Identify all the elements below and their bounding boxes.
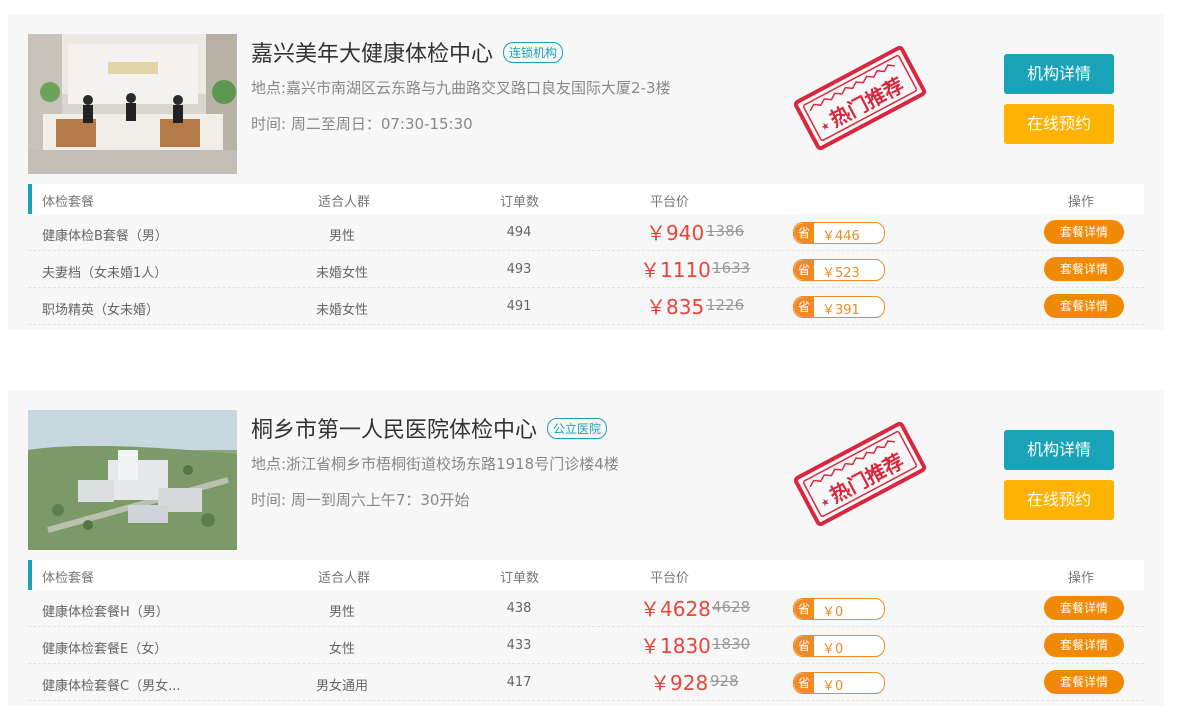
package-price: ￥835 <box>646 295 705 319</box>
package-detail-button[interactable]: 套餐详情 <box>1044 670 1124 694</box>
institution-name-text[interactable]: 嘉兴美年大健康体检中心 <box>251 42 493 67</box>
package-original-price: 4628 <box>712 598 751 616</box>
package-orders: 438 <box>506 601 532 616</box>
institution-detail-button[interactable]: 机构详情 <box>1004 430 1114 470</box>
package-name[interactable]: 健康体检套餐H（男） <box>42 601 169 620</box>
package-table: 体检套餐 适合人群 订单数 平台价 操作 健康体检B套餐（男） 男性 494 ￥… <box>28 184 1144 325</box>
institution-card: 桐乡市第一人民医院体检中心 公立医院 地点:浙江省桐乡市梧桐街道校场东路1918号… <box>8 390 1164 706</box>
package-original-price: 1633 <box>712 259 751 277</box>
institution-detail-button[interactable]: 机构详情 <box>1004 54 1114 94</box>
package-name[interactable]: 健康体检套餐C（男女... <box>42 675 180 694</box>
package-price: ￥1110 <box>640 258 711 282</box>
savings-amount: ￥391 <box>822 303 860 318</box>
table-row: 健康体检套餐E（女） 女性 433 ￥1830 1830 省 ￥0 套餐详情 <box>28 627 1144 664</box>
institution-address: 地点:嘉兴市南湖区云东路与九曲路交叉路口良友国际大厦2-3楼 <box>251 79 671 97</box>
svg-text:★: ★ <box>819 496 832 510</box>
package-crowd: 女性 <box>328 642 355 657</box>
package-original-price: 1386 <box>706 222 745 240</box>
package-name[interactable]: 健康体检套餐E（女） <box>42 638 167 657</box>
online-booking-button[interactable]: 在线预约 <box>1004 104 1114 144</box>
package-original-price: 928 <box>710 672 739 690</box>
save-label: 省 <box>794 636 814 656</box>
table-row: 夫妻档（女未婚1人） 未婚女性 493 ￥1110 1633 省 ￥523 套餐详… <box>28 251 1144 288</box>
savings-badge: 省 ￥0 <box>793 598 885 620</box>
package-detail-button[interactable]: 套餐详情 <box>1044 220 1124 244</box>
table-row: 健康体检套餐C（男女... 男女通用 417 ￥928 928 省 ￥0 套餐详情 <box>28 664 1144 701</box>
table-header: 体检套餐 适合人群 订单数 平台价 操作 <box>28 184 1144 214</box>
package-table: 体检套餐 适合人群 订单数 平台价 操作 健康体检套餐H（男） 男性 438 ￥… <box>28 560 1144 701</box>
savings-badge: 省 ￥391 <box>793 296 885 318</box>
savings-badge: 省 ￥0 <box>793 672 885 694</box>
package-price: ￥928 <box>650 671 709 695</box>
package-detail-button[interactable]: 套餐详情 <box>1044 257 1124 281</box>
svg-text:★: ★ <box>819 120 832 134</box>
header-price: 平台价 <box>650 571 690 586</box>
save-label: 省 <box>794 673 814 693</box>
package-detail-button[interactable]: 套餐详情 <box>1044 633 1124 657</box>
save-label: 省 <box>794 297 814 317</box>
header-package: 体检套餐 <box>42 195 95 210</box>
package-crowd: 男女通用 <box>315 679 368 694</box>
hot-recommend-stamp: 热门推荐 ★ <box>780 42 940 154</box>
package-detail-button[interactable]: 套餐详情 <box>1044 294 1124 318</box>
package-original-price: 1226 <box>706 296 745 314</box>
package-price: ￥1830 <box>640 634 711 658</box>
package-crowd: 未婚女性 <box>315 266 368 281</box>
package-price: ￥940 <box>646 221 705 245</box>
package-name[interactable]: 夫妻档（女未婚1人） <box>42 262 167 281</box>
package-detail-button[interactable]: 套餐详情 <box>1044 596 1124 620</box>
header-action: 操作 <box>1068 571 1095 586</box>
package-crowd: 男性 <box>328 605 355 620</box>
table-row: 职场精英（女未婚） 未婚女性 491 ￥835 1226 省 ￥391 套餐详情 <box>28 288 1144 325</box>
package-crowd: 未婚女性 <box>315 303 368 318</box>
institution-name[interactable]: 嘉兴美年大健康体检中心 连锁机构 <box>251 36 564 68</box>
package-original-price: 1830 <box>712 635 751 653</box>
package-name[interactable]: 健康体检B套餐（男） <box>42 225 168 244</box>
header-orders: 订单数 <box>500 571 540 586</box>
savings-badge: 省 ￥0 <box>793 635 885 657</box>
package-orders: 491 <box>506 299 532 314</box>
savings-badge: 省 ￥523 <box>793 259 885 281</box>
savings-amount: ￥0 <box>822 605 844 620</box>
institution-card: 嘉兴美年大健康体检中心 连锁机构 地点:嘉兴市南湖区云东路与九曲路交叉路口良友国际… <box>8 14 1164 330</box>
header-orders: 订单数 <box>500 195 540 210</box>
institution-photo[interactable] <box>28 410 237 550</box>
table-row: 健康体检套餐H（男） 男性 438 ￥4628 4628 省 ￥0 套餐详情 <box>28 590 1144 627</box>
institution-type-badge: 公立医院 <box>547 418 608 439</box>
package-orders: 493 <box>506 262 532 277</box>
institution-photo[interactable] <box>28 34 237 174</box>
save-label: 省 <box>794 599 814 619</box>
header-price: 平台价 <box>650 195 690 210</box>
header-package: 体检套餐 <box>42 571 95 586</box>
package-price: ￥4628 <box>640 597 711 621</box>
institution-type-badge: 连锁机构 <box>503 42 564 63</box>
savings-amount: ￥0 <box>822 642 844 657</box>
institution-hours: 时间: 周一到周六上午7：30开始 <box>251 491 470 509</box>
savings-amount: ￥523 <box>822 266 860 281</box>
package-orders: 433 <box>506 638 532 653</box>
header-action: 操作 <box>1068 195 1095 210</box>
institution-address: 地点:浙江省桐乡市梧桐街道校场东路1918号门诊楼4楼 <box>251 455 619 473</box>
save-label: 省 <box>794 223 814 243</box>
savings-badge: 省 ￥446 <box>793 222 885 244</box>
savings-amount: ￥446 <box>822 229 860 244</box>
package-crowd: 男性 <box>328 229 355 244</box>
header-crowd: 适合人群 <box>318 571 371 586</box>
savings-amount: ￥0 <box>822 679 844 694</box>
online-booking-button[interactable]: 在线预约 <box>1004 480 1114 520</box>
save-label: 省 <box>794 260 814 280</box>
table-header: 体检套餐 适合人群 订单数 平台价 操作 <box>28 560 1144 590</box>
table-row: 健康体检B套餐（男） 男性 494 ￥940 1386 省 ￥446 套餐详情 <box>28 214 1144 251</box>
package-orders: 417 <box>506 675 532 690</box>
header-crowd: 适合人群 <box>318 195 371 210</box>
package-name[interactable]: 职场精英（女未婚） <box>42 299 159 318</box>
package-orders: 494 <box>506 225 532 240</box>
institution-name-text[interactable]: 桐乡市第一人民医院体检中心 <box>251 418 537 443</box>
hot-recommend-stamp: 热门推荐 ★ <box>780 418 940 530</box>
institution-hours: 时间: 周二至周日：07:30-15:30 <box>251 115 473 133</box>
institution-name[interactable]: 桐乡市第一人民医院体检中心 公立医院 <box>251 412 608 444</box>
